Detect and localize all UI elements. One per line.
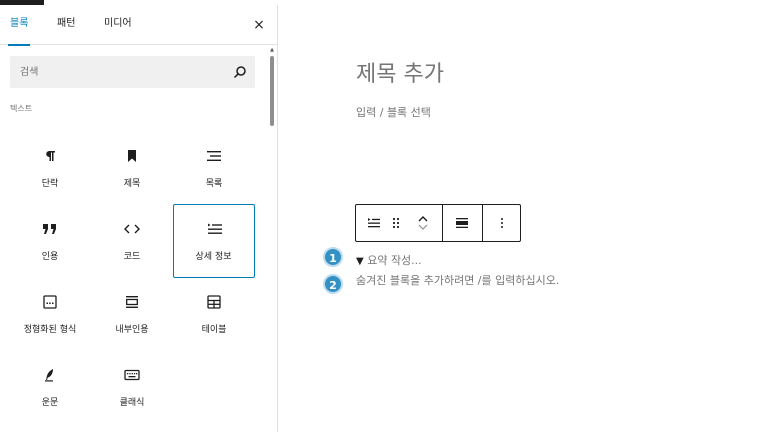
block-table[interactable]: 테이블 xyxy=(174,279,254,351)
chevron-down-icon[interactable] xyxy=(418,223,428,231)
details-summary-field[interactable]: ▼ 요약 작성... xyxy=(356,252,422,268)
tab-patterns[interactable]: 패턴 xyxy=(57,5,75,45)
search-input[interactable] xyxy=(10,56,230,88)
more-vertical-icon xyxy=(501,218,503,228)
block-inserter-panel: 블록 패턴 미디어 × ▲ 텍스트 단락 제목 목록 xyxy=(0,5,278,432)
move-up-down-buttons[interactable] xyxy=(412,205,434,241)
block-details[interactable]: 상세 정보 xyxy=(173,204,255,278)
block-label: 정형화된 형식 xyxy=(23,325,77,335)
block-classic[interactable]: 클래식 xyxy=(92,352,172,424)
block-pullquote[interactable]: 내부인용 xyxy=(92,279,172,351)
more-options-button[interactable] xyxy=(488,205,516,241)
pilcrow-icon xyxy=(40,146,60,166)
bookmark-icon xyxy=(122,146,142,166)
block-label: 내부인용 xyxy=(115,325,149,335)
block-list[interactable]: 목록 xyxy=(174,133,254,205)
block-verse[interactable]: 운문 xyxy=(10,352,90,424)
toolbar-divider xyxy=(442,205,443,241)
block-label: 제목 xyxy=(123,179,141,189)
block-label: 테이블 xyxy=(201,325,227,335)
code-icon xyxy=(122,219,142,239)
scroll-up-arrow-icon[interactable]: ▲ xyxy=(270,48,274,53)
block-label: 코드 xyxy=(123,252,141,262)
block-quote[interactable]: 인용 xyxy=(10,206,90,278)
block-label: 운문 xyxy=(41,398,59,408)
inner-block-appender-hint[interactable]: 숨겨진 블록을 추가하려면 /를 입력하십시오. xyxy=(356,272,559,288)
block-label: 단락 xyxy=(41,179,59,189)
align-button[interactable] xyxy=(448,205,476,241)
search-icon[interactable] xyxy=(233,65,247,79)
tab-blocks[interactable]: 블록 xyxy=(7,5,31,46)
summary-placeholder: 요약 작성... xyxy=(367,254,422,267)
toolbar-divider xyxy=(482,205,483,241)
inserter-tabs: 블록 패턴 미디어 × xyxy=(0,5,277,46)
keyboard-icon xyxy=(122,365,142,385)
table-icon xyxy=(204,292,224,312)
block-label: 목록 xyxy=(205,179,223,189)
scroll-thumb[interactable] xyxy=(270,56,274,126)
block-label: 클래식 xyxy=(119,398,145,408)
block-preformatted[interactable]: 정형화된 형식 xyxy=(10,279,90,351)
tab-media[interactable]: 미디어 xyxy=(104,5,132,45)
post-title-placeholder[interactable]: 제목 추가 xyxy=(356,56,444,88)
sidebar-scrollbar[interactable]: ▲ xyxy=(270,48,274,432)
close-icon[interactable]: × xyxy=(250,16,268,34)
verse-icon xyxy=(40,365,60,385)
step-badge-1: 1 xyxy=(323,247,343,267)
details-block-type-button[interactable] xyxy=(362,205,386,241)
pullquote-icon xyxy=(122,292,142,312)
disclosure-triangle-icon: ▼ xyxy=(356,256,364,267)
block-code[interactable]: 코드 xyxy=(92,206,172,278)
block-toolbar xyxy=(355,204,521,242)
align-wide-icon xyxy=(456,218,468,228)
block-label: 인용 xyxy=(41,252,59,262)
step-badge-2: 2 xyxy=(323,274,343,294)
drag-handle-icon[interactable] xyxy=(389,205,403,241)
block-paragraph[interactable]: 단락 xyxy=(10,133,90,205)
chevron-up-icon[interactable] xyxy=(418,215,428,223)
category-heading: 텍스트 xyxy=(10,104,33,113)
preformatted-icon xyxy=(40,292,60,312)
block-appender-hint[interactable]: 입력 / 블록 선택 xyxy=(356,104,431,120)
block-heading[interactable]: 제목 xyxy=(92,133,172,205)
details-icon xyxy=(205,219,225,239)
search-box xyxy=(10,56,255,88)
quote-icon xyxy=(40,219,60,239)
list-icon xyxy=(204,146,224,166)
block-label: 상세 정보 xyxy=(195,252,232,262)
